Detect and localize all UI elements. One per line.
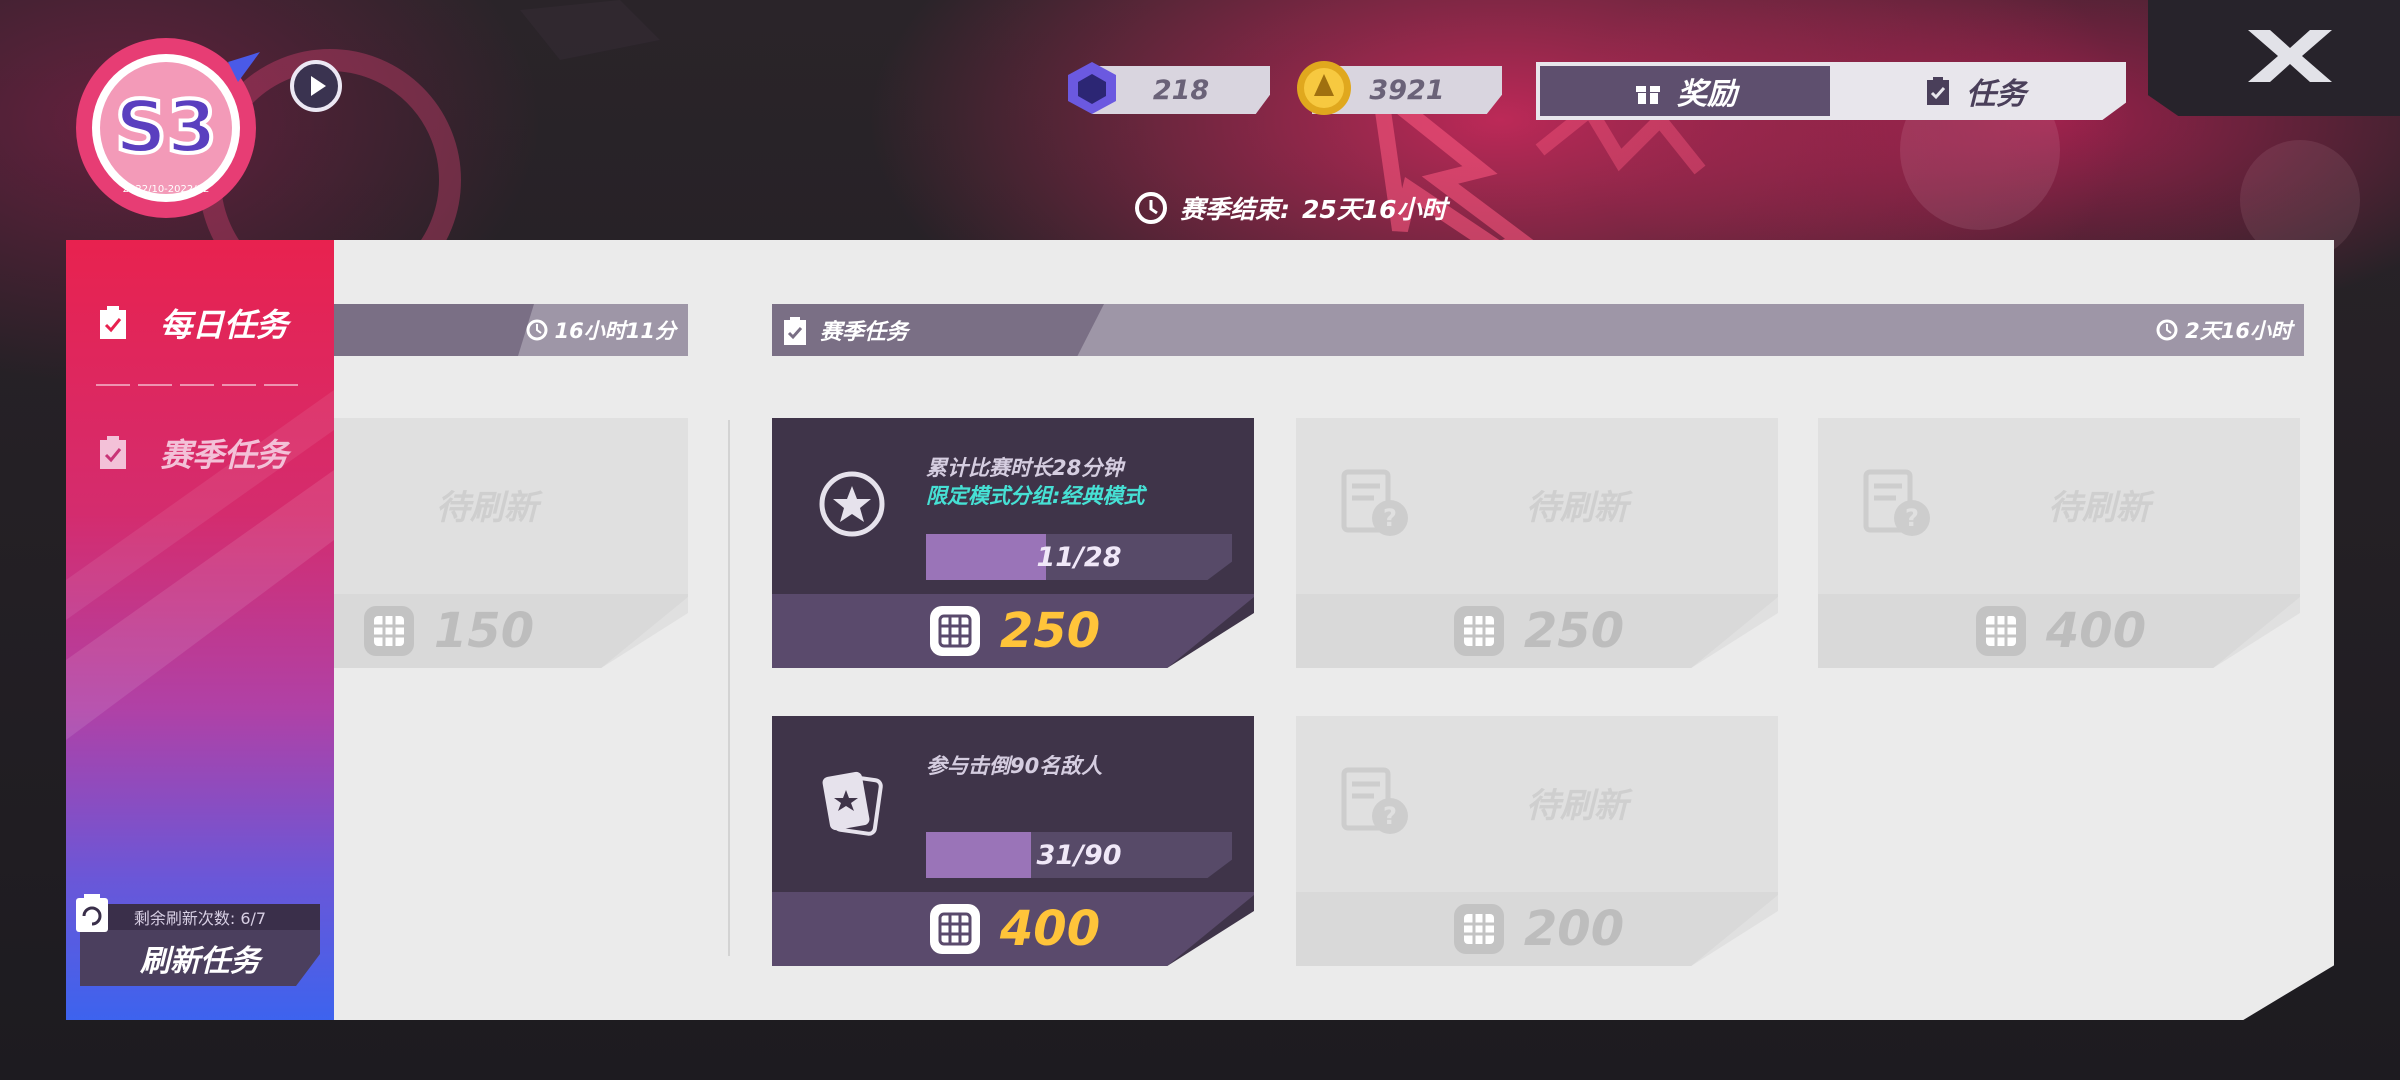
svg-text:?: ? (1905, 504, 1919, 532)
svg-text:?: ? (1383, 504, 1397, 532)
task-mode-requirement: 限定模式分组:经典模式 (926, 484, 1145, 508)
card-reward: 400 (772, 892, 1254, 966)
season-end-label: 赛季结束: (1180, 195, 1290, 224)
tab-rewards-label: 奖励 (1677, 77, 1737, 112)
reward-amount: 250 (999, 603, 1101, 659)
reward-amount: 150 (433, 603, 535, 659)
reward-amount: 400 (999, 901, 1101, 957)
daily-timer-value: 16小时11分 (554, 319, 676, 343)
sidebar: 每日任务 赛季任务 剩余刷新次数: 6/7 刷新任务 (66, 240, 334, 1020)
refresh-remaining-count: 剩余刷新次数: 6/7 (80, 904, 320, 930)
card-status: 待刷新 (1526, 488, 1628, 528)
progress-text: 11/28 (1036, 541, 1122, 573)
unknown-task-icon: ? (1341, 767, 1408, 834)
card-status: 待刷新 (436, 488, 538, 528)
svg-text:2022/10-2022/12: 2022/10-2022/12 (123, 184, 210, 195)
daily-timer: 16小时11分 (525, 304, 676, 356)
clock-icon (526, 319, 548, 341)
progress-bar: 11/28 (926, 534, 1232, 580)
gift-icon (1636, 82, 1660, 104)
sidebar-item-daily[interactable]: 每日任务 (96, 300, 288, 346)
card-reward: 400 (1818, 594, 2300, 668)
progress-bar: 31/90 (926, 832, 1232, 878)
clipboard-icon (100, 436, 126, 469)
reward-amount: 250 (1523, 603, 1625, 659)
card-star-icon (822, 771, 883, 836)
card-status: 待刷新 (2048, 488, 2150, 528)
daily-header-tab (334, 304, 534, 356)
column-divider (728, 420, 730, 956)
card-reward: 250 (1296, 594, 1778, 668)
svg-text:S3: S3 (115, 85, 217, 169)
svg-text:?: ? (1383, 802, 1397, 830)
daily-task-header: 16小时11分 (334, 304, 688, 356)
season-task-header: 赛季任务 2天16小时 (772, 304, 2304, 356)
gem-amount: 218 (1152, 74, 1210, 106)
ticket-icon (1975, 606, 2026, 656)
ticket-icon (363, 606, 414, 656)
sidebar-item-season[interactable]: 赛季任务 (96, 430, 288, 476)
refresh-task-label: 刷新任务 (140, 944, 260, 979)
clock-icon (2156, 319, 2178, 341)
ticket-icon (929, 606, 980, 656)
task-description: 累计比赛时长28分钟 (926, 456, 1124, 480)
season-task-card[interactable]: ? 待刷新 400 (1818, 418, 2300, 668)
coin-icon (1297, 61, 1351, 115)
clipboard-icon (100, 306, 126, 339)
season-task-card[interactable]: ? 待刷新 250 (1296, 418, 1778, 668)
season-timer: 2天16小时 (2155, 304, 2292, 356)
sidebar-item-label: 每日任务 (160, 306, 289, 344)
season-task-card[interactable]: 累计比赛时长28分钟 限定模式分组:经典模式 11/28 250 (772, 418, 1254, 668)
season-end-timer: 赛季结束: 25天16小时 (1134, 190, 1447, 226)
season-task-card[interactable]: 参与击倒90名敌人 31/90 400 (772, 716, 1254, 966)
close-icon (2248, 30, 2332, 82)
sidebar-divider (96, 384, 306, 386)
reward-amount: 400 (2045, 603, 2147, 659)
ticket-icon (929, 904, 980, 954)
season-task-card[interactable]: ? 待刷新 200 (1296, 716, 1778, 966)
gem-icon (1068, 62, 1116, 114)
season-timer-value: 2天16小时 (2185, 319, 2292, 343)
card-reward: 250 (772, 594, 1254, 668)
task-description: 参与击倒90名敌人 (926, 754, 1103, 778)
season-badge-icon: S3 2022/10-2022/12 (76, 38, 260, 218)
clipboard-icon (1927, 77, 1949, 105)
refresh-clipboard-icon (76, 894, 108, 932)
play-icon (311, 76, 326, 96)
reward-amount: 200 (1523, 901, 1625, 957)
star-badge-icon (819, 471, 885, 537)
close-button[interactable] (2148, 0, 2400, 116)
season-header-title: 赛季任务 (820, 320, 909, 345)
ticket-icon (1453, 904, 1504, 954)
tab-rewards[interactable]: 奖励 (1540, 66, 1830, 116)
top-tabs: 奖励 任务 (1536, 62, 2126, 120)
tab-tasks-label: 任务 (1966, 77, 2026, 112)
card-status: 待刷新 (1526, 786, 1628, 826)
unknown-task-icon: ? (1863, 469, 1930, 536)
progress-text: 31/90 (1036, 839, 1122, 871)
unknown-task-icon: ? (1341, 469, 1408, 536)
clipboard-icon (784, 317, 806, 345)
clock-icon (1135, 192, 1167, 224)
card-reward: 200 (1296, 892, 1778, 966)
tab-tasks[interactable]: 任务 (1830, 62, 2120, 120)
ticket-icon (1453, 606, 1504, 656)
season-end-value: 25天16小时 (1302, 195, 1447, 224)
play-button[interactable] (290, 60, 342, 112)
coin-amount: 3921 (1369, 74, 1445, 106)
sidebar-item-label: 赛季任务 (160, 436, 289, 474)
